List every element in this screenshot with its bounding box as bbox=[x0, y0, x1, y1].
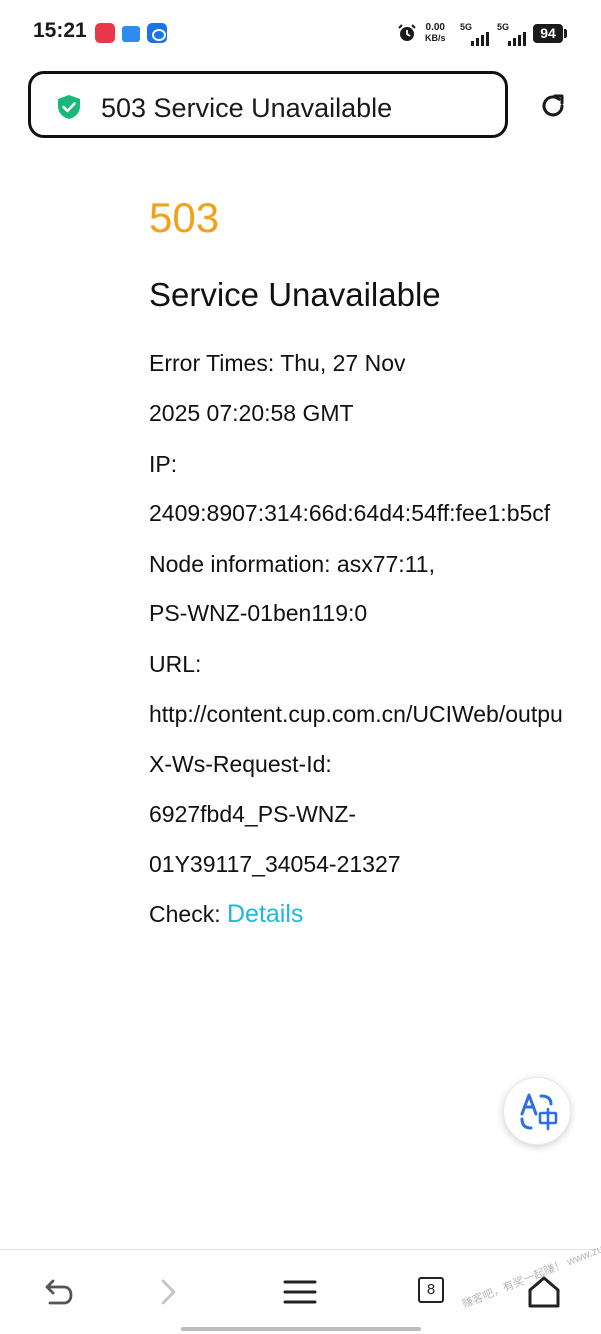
forward-icon[interactable] bbox=[152, 1274, 188, 1310]
page-title: 503 Service Unavailable bbox=[101, 93, 393, 123]
signal-strength-icon: 5G bbox=[460, 22, 489, 46]
status-bar: 15:21 0.00 KB/s 5G 5G 94 bbox=[0, 0, 601, 64]
request-id-value-line1: 6927fbd4_PS-WNZ- bbox=[149, 801, 357, 827]
details-link[interactable]: Details bbox=[227, 900, 303, 928]
error-time-label: Error Times: Thu, 27 Nov bbox=[149, 350, 406, 376]
translate-icon bbox=[520, 1093, 558, 1131]
network-speed-unit: KB/s bbox=[425, 33, 446, 43]
status-time: 15:21 bbox=[33, 19, 87, 42]
battery-tip bbox=[564, 29, 567, 38]
network-speed-value: 0.00 bbox=[425, 22, 445, 33]
menu-icon[interactable] bbox=[282, 1274, 318, 1310]
chat-notification-icon bbox=[122, 26, 140, 42]
request-id-label: X-Ws-Request-Id: bbox=[149, 751, 332, 777]
browser-notification-icon bbox=[147, 23, 167, 43]
ip-value: 2409:8907:314:66d:64d4:54ff:fee1:b5cf bbox=[149, 500, 551, 526]
node-info-value: PS-WNZ-01ben119:0 bbox=[149, 600, 368, 626]
url-value: http://content.cup.com.cn/UCIWeb/outpu bbox=[149, 701, 563, 727]
error-title: Service Unavailable bbox=[149, 276, 441, 313]
error-time-value: 2025 07:20:58 GMT bbox=[149, 400, 354, 426]
tabs-button[interactable]: 8 bbox=[414, 1274, 450, 1310]
signal-type-label: 5G bbox=[497, 22, 510, 32]
check-row: Check: Details bbox=[149, 900, 303, 929]
browser-screen: 15:21 0.00 KB/s 5G 5G 94 503 Service Una… bbox=[0, 0, 601, 1334]
check-label: Check: bbox=[149, 901, 221, 927]
translate-button[interactable] bbox=[503, 1077, 571, 1145]
home-indicator bbox=[181, 1327, 421, 1331]
back-icon[interactable] bbox=[38, 1274, 74, 1310]
network-speed: 0.00 KB/s bbox=[425, 22, 446, 44]
app-notification-icon bbox=[95, 23, 115, 43]
address-bar[interactable]: 503 Service Unavailable bbox=[28, 71, 508, 138]
battery-level: 94 bbox=[533, 24, 563, 43]
tab-count: 8 bbox=[418, 1277, 444, 1303]
signal-type-label: 5G bbox=[460, 22, 473, 32]
secure-shield-icon bbox=[58, 95, 80, 119]
url-label: URL: bbox=[149, 651, 202, 677]
reload-icon[interactable] bbox=[538, 91, 568, 121]
signal-strength-icon: 5G bbox=[497, 22, 526, 46]
ip-label: IP: bbox=[149, 451, 178, 477]
request-id-value-line2: 01Y39117_34054-21327 bbox=[149, 851, 401, 877]
error-code: 503 bbox=[149, 194, 220, 241]
alarm-icon bbox=[398, 24, 416, 41]
node-info-label: Node information: asx77:11, bbox=[149, 551, 435, 577]
